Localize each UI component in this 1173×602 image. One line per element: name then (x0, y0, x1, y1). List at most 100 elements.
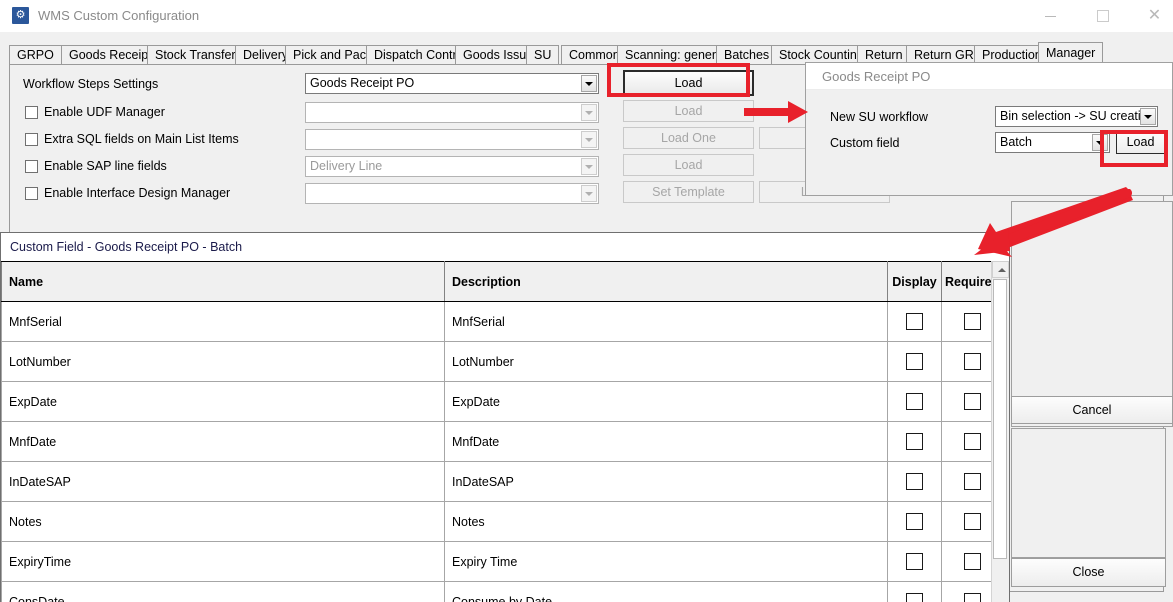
side-panel-lower (1011, 428, 1166, 558)
close-window-button[interactable]: ✕ (1132, 0, 1173, 31)
checkbox-display[interactable] (906, 353, 923, 370)
chevron-down-icon[interactable] (581, 158, 597, 175)
tab-su[interactable]: SU (526, 45, 559, 64)
column-header-name[interactable]: Name (2, 262, 445, 302)
chevron-down-icon[interactable] (581, 131, 597, 148)
column-header-display[interactable]: Display (888, 262, 942, 302)
checkbox-required[interactable] (964, 553, 981, 570)
dialog-title: Goods Receipt PO (822, 69, 930, 84)
combo-workflow-steps-settings[interactable]: Goods Receipt PO (305, 73, 599, 94)
window-title: WMS Custom Configuration (38, 8, 199, 23)
cell-description: Expiry Time (445, 542, 888, 582)
checkbox-required[interactable] (964, 593, 981, 602)
cell-display[interactable] (888, 342, 942, 382)
tab-batches[interactable]: Batches (716, 45, 777, 64)
checkbox-enable-sap-line-fields[interactable] (25, 160, 38, 173)
tab-strip: GRPO Goods Receipt Stock Transfer Delive… (9, 42, 1164, 64)
tab-stock-transfer[interactable]: Stock Transfer (147, 45, 244, 64)
checkbox-display[interactable] (906, 513, 923, 530)
cell-display[interactable] (888, 582, 942, 602)
combo-sap-line-value: Delivery Line (310, 159, 382, 173)
close-button[interactable]: Close (1011, 558, 1166, 587)
cell-display[interactable] (888, 382, 942, 422)
column-header-description[interactable]: Description (445, 262, 888, 302)
table-row[interactable]: MnfDate MnfDate (2, 422, 1003, 462)
scrollbar-thumb[interactable] (993, 279, 1007, 559)
checkbox-display[interactable] (906, 433, 923, 450)
chevron-down-icon[interactable] (581, 104, 597, 121)
checkbox-enable-udf-manager[interactable] (25, 106, 38, 119)
chevron-down-icon[interactable] (1140, 108, 1156, 125)
cell-name: ExpDate (2, 382, 445, 422)
cell-description: ExpDate (445, 382, 888, 422)
checkbox-required[interactable] (964, 433, 981, 450)
table-header-row: Name Description Display Required (2, 262, 1003, 302)
grid-vertical-scrollbar[interactable] (991, 261, 1009, 602)
cell-name: MnfDate (2, 422, 445, 462)
checkbox-display[interactable] (906, 393, 923, 410)
tab-grpo[interactable]: GRPO (9, 45, 62, 64)
checkbox-required[interactable] (964, 393, 981, 410)
checkbox-enable-interface-design-manager[interactable] (25, 187, 38, 200)
load-one-button[interactable]: Load One (623, 127, 754, 149)
maximize-button[interactable] (1080, 0, 1125, 31)
cell-name: Notes (2, 502, 445, 542)
gears-icon: ⚙ (12, 7, 29, 24)
cell-display[interactable] (888, 462, 942, 502)
custom-field-grid-window: Custom Field - Goods Receipt PO - Batch … (0, 232, 1010, 602)
cell-name: MnfSerial (2, 302, 445, 342)
table-row[interactable]: ExpiryTime Expiry Time (2, 542, 1003, 582)
checkbox-required[interactable] (964, 313, 981, 330)
cell-display[interactable] (888, 422, 942, 462)
tab-goods-receipt[interactable]: Goods Receipt (61, 45, 160, 64)
grid-window-title: Custom Field - Goods Receipt PO - Batch (10, 240, 242, 254)
cell-display[interactable] (888, 302, 942, 342)
cell-description: InDateSAP (445, 462, 888, 502)
checkbox-display[interactable] (906, 313, 923, 330)
grid-window-title-bar: Custom Field - Goods Receipt PO - Batch (1, 233, 1009, 261)
checkbox-display[interactable] (906, 593, 923, 602)
load-button-udf[interactable]: Load (623, 100, 754, 122)
label-enable-udf-manager: Enable UDF Manager (44, 105, 165, 119)
combo-new-su-workflow[interactable]: Bin selection -> SU creation (995, 106, 1158, 127)
label-custom-field: Custom field (830, 136, 899, 150)
combo-custom-field-value: Batch (1000, 135, 1032, 149)
table-row[interactable]: Notes Notes (2, 502, 1003, 542)
annotation-arrow-horizontal (744, 98, 812, 128)
combo-extra-sql-fields[interactable] (305, 129, 599, 150)
checkbox-required[interactable] (964, 513, 981, 530)
combo-custom-field[interactable]: Batch (995, 132, 1110, 153)
app-window: ⚙ WMS Custom Configuration ✕ GRPO Goods … (0, 0, 1173, 602)
cancel-button[interactable]: Cancel (1011, 396, 1173, 424)
annotation-arrow-diagonal-shaft (962, 189, 1137, 264)
cell-description: Consume by Date (445, 582, 888, 602)
table-row[interactable]: ConsDate Consume by Date (2, 582, 1003, 602)
checkbox-required[interactable] (964, 473, 981, 490)
checkbox-extra-sql-fields[interactable] (25, 133, 38, 146)
set-template-button[interactable]: Set Template (623, 181, 754, 203)
checkbox-required[interactable] (964, 353, 981, 370)
table-row[interactable]: MnfSerial MnfSerial (2, 302, 1003, 342)
table-row[interactable]: ExpDate ExpDate (2, 382, 1003, 422)
minimize-button[interactable] (1028, 0, 1073, 31)
combo-new-su-workflow-value: Bin selection -> SU creation (1000, 109, 1155, 123)
checkbox-display[interactable] (906, 553, 923, 570)
combo-interface-design-manager[interactable] (305, 183, 599, 204)
chevron-down-icon[interactable] (581, 185, 597, 202)
chevron-down-icon[interactable] (581, 75, 597, 92)
load-button-sap-line[interactable]: Load (623, 154, 754, 176)
goods-receipt-po-dialog: Goods Receipt PO New SU workflow Bin sel… (805, 62, 1173, 196)
title-bar: ⚙ WMS Custom Configuration ✕ (0, 0, 1173, 33)
table-row[interactable]: InDateSAP InDateSAP (2, 462, 1003, 502)
label-extra-sql-fields: Extra SQL fields on Main List Items (44, 132, 239, 146)
cell-description: Notes (445, 502, 888, 542)
cell-display[interactable] (888, 542, 942, 582)
combo-enable-udf-manager[interactable] (305, 102, 599, 123)
table-row[interactable]: LotNumber LotNumber (2, 342, 1003, 382)
label-enable-sap-line-fields: Enable SAP line fields (44, 159, 167, 173)
custom-fields-table: Name Description Display Required MnfSer… (1, 261, 1003, 602)
combo-sap-line-fields[interactable]: Delivery Line (305, 156, 599, 177)
checkbox-display[interactable] (906, 473, 923, 490)
client-area: GRPO Goods Receipt Stock Transfer Delive… (0, 32, 1173, 602)
cell-display[interactable] (888, 502, 942, 542)
